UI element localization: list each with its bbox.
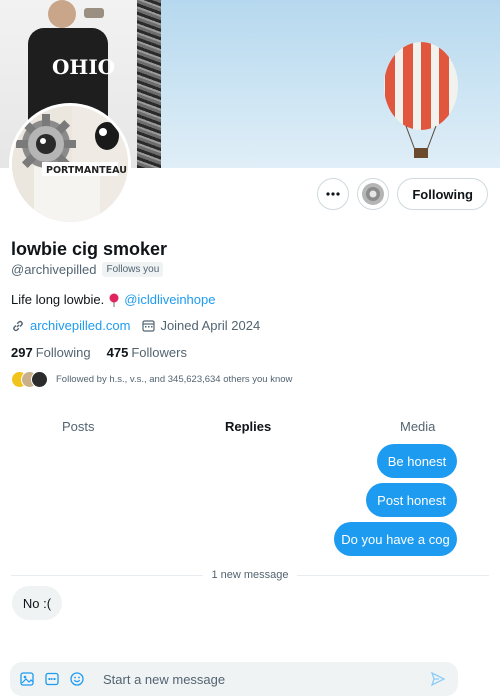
more-button[interactable] <box>317 178 350 210</box>
sent-message[interactable]: Be honest <box>377 444 457 478</box>
website-item: archivepilled.com <box>11 318 130 333</box>
image-icon <box>20 672 34 686</box>
profile-bio: Life long lowbie. @icldliveinhope <box>11 292 215 307</box>
send-icon <box>430 671 446 687</box>
divider-line <box>296 574 490 576</box>
send-button[interactable] <box>430 671 446 687</box>
profile-handle: @archivepilled <box>11 262 97 277</box>
profile-avatar[interactable]: PORTMANTEAU <box>9 103 131 225</box>
tab-posts[interactable]: Posts <box>62 419 95 434</box>
more-dots-icon <box>326 192 340 196</box>
followed-by-row[interactable]: Followed by h.s., v.s., and 345,623,634 … <box>11 371 292 388</box>
following-stat-label: Following <box>35 345 91 360</box>
followers-count: 475 <box>106 345 129 360</box>
avatar-image: PORTMANTEAU <box>12 106 128 222</box>
banner-tree-trunk <box>137 0 161 168</box>
link-icon <box>13 320 23 331</box>
media-button[interactable] <box>19 671 35 687</box>
tab-replies[interactable]: Replies <box>225 419 271 434</box>
new-message-label: 1 new message <box>211 569 289 581</box>
emoji-button[interactable] <box>69 671 85 687</box>
received-message[interactable]: No :( <box>12 586 62 620</box>
tab-media[interactable]: Media <box>400 419 435 434</box>
followers-stat[interactable]: 475 Followers <box>107 345 187 360</box>
profile-tabs: Posts Replies Media <box>0 414 500 440</box>
hot-air-balloon-image <box>384 42 458 158</box>
calendar-icon <box>142 320 156 332</box>
divider-line <box>11 574 204 576</box>
joined-item: Joined April 2024 <box>142 318 260 333</box>
notification-bell-button[interactable] <box>357 178 390 210</box>
message-input[interactable]: Start a new message <box>103 672 430 687</box>
profile-actions: Following <box>317 178 488 210</box>
message-composer: Start a new message <box>10 662 458 696</box>
bio-mention-link[interactable]: @icldliveinhope <box>124 292 215 307</box>
gif-button[interactable] <box>44 671 60 687</box>
mutual-avatar <box>31 371 48 388</box>
round-pushpin-icon <box>109 293 119 307</box>
profile-meta: archivepilled.com Joined April 2024 <box>11 318 260 333</box>
bio-text: Life long lowbie. <box>11 292 105 307</box>
website-link[interactable]: archivepilled.com <box>30 318 130 333</box>
followers-stat-label: Followers <box>131 345 187 360</box>
sent-message[interactable]: Post honest <box>366 483 457 517</box>
joined-date: Joined April 2024 <box>160 318 261 333</box>
mutual-avatars <box>11 371 48 388</box>
gif-icon <box>45 672 59 686</box>
new-message-divider: 1 new message <box>11 569 490 581</box>
following-button[interactable]: Following <box>397 178 488 210</box>
follow-stats: 297 Following 475 Followers <box>11 345 187 360</box>
smiley-icon <box>70 672 84 686</box>
sent-message[interactable]: Do you have a cog <box>334 522 457 556</box>
followed-by-text: Followed by h.s., v.s., and 345,623,634 … <box>56 374 293 385</box>
follows-you-badge: Follows you <box>102 262 164 277</box>
banner-shirt-text: OHIO <box>52 55 115 79</box>
profile-name: lowbie cig smoker <box>11 239 168 259</box>
following-count: 297 <box>11 345 33 360</box>
avatar-tag-text: PORTMANTEAU <box>46 165 127 176</box>
following-stat[interactable]: 297 Following <box>11 345 91 360</box>
cog-avatar-icon <box>362 183 385 205</box>
handle-row: @archivepilled Follows you <box>11 262 164 277</box>
